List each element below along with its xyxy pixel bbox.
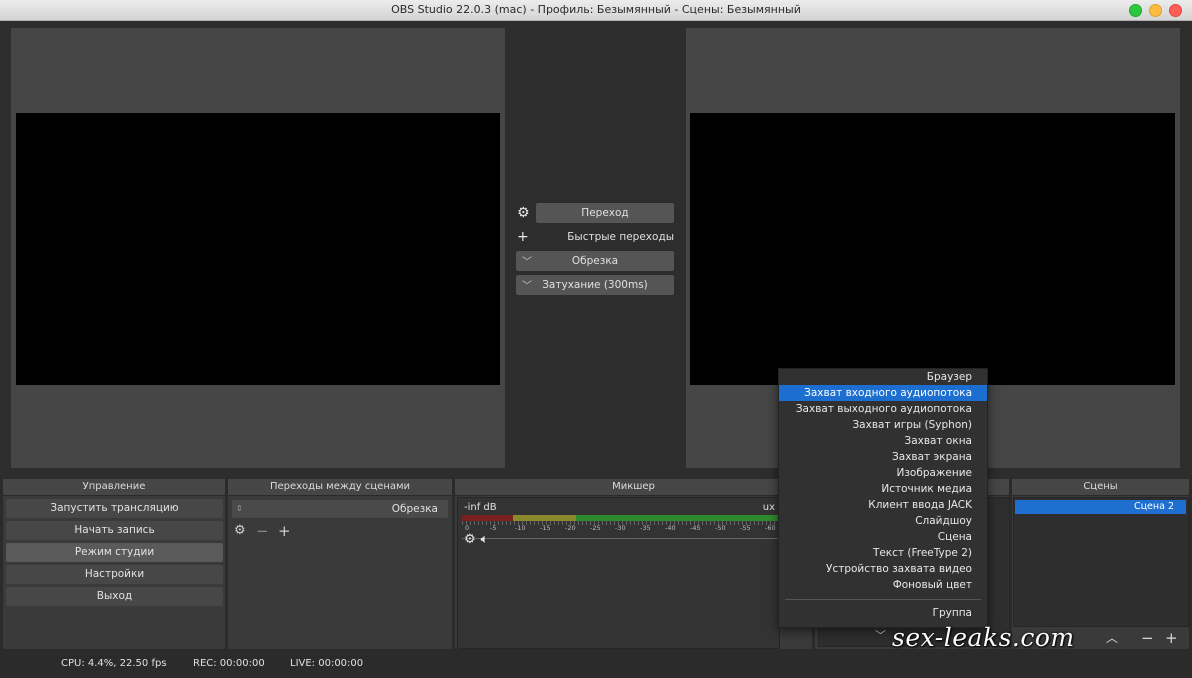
meter-tick-label: -35 xyxy=(640,524,651,532)
remove-transition-button[interactable]: − xyxy=(256,520,269,542)
add-transition-button[interactable]: + xyxy=(278,520,291,542)
menu-item[interactable]: Источник медиа xyxy=(779,481,987,497)
start-streaming-button[interactable]: Запустить трансляцию xyxy=(6,499,223,518)
quick-transition-cut[interactable]: ﹀ Обрезка xyxy=(516,251,674,271)
scenes-dock-title: Сцены xyxy=(1012,479,1189,496)
mixer-dock-title: Микшер xyxy=(455,479,812,496)
meter-tick-label: -45 xyxy=(690,524,701,532)
menu-item-group[interactable]: Группа xyxy=(779,605,987,621)
spinner-arrows-icon: ⇕ xyxy=(236,504,243,513)
menu-item[interactable]: Устройство захвата видео xyxy=(779,561,987,577)
program-canvas[interactable] xyxy=(690,113,1175,385)
menu-item[interactable]: Изображение xyxy=(779,465,987,481)
plus-icon[interactable]: + xyxy=(517,227,529,247)
meter-tick-label: -40 xyxy=(665,524,676,532)
window-titlebar: OBS Studio 22.0.3 (mac) - Профиль: Безым… xyxy=(0,0,1192,21)
speaker-icon[interactable]: 🔈︎ xyxy=(481,532,489,547)
volume-level-label: -inf dB xyxy=(464,502,497,513)
meter-tick-label: 0 xyxy=(465,524,470,532)
scenes-list[interactable]: Сцена 2 xyxy=(1013,497,1189,627)
menu-item[interactable]: Браузер xyxy=(779,369,987,385)
mixer-channel: -inf dB ux 0 -5 -10 -15 -20 -25 -30 -35 -40 -45 -5… xyxy=(457,497,780,649)
minimize-window-button[interactable] xyxy=(1149,4,1162,17)
menu-item[interactable]: Клиент ввода JACK xyxy=(779,497,987,513)
scene-transitions-dock-title: Переходы между сценами xyxy=(228,479,452,496)
quick-transition-fade[interactable]: ﹀ Затухание (300ms) xyxy=(516,275,674,295)
scene-transitions-dock: Переходы между сценами ⇕ Обрезка ⚙ − + xyxy=(228,479,452,649)
cpu-fps: CPU: 4.4%, 22.50 fps xyxy=(61,658,167,669)
status-bar: LIVE: 00:00:00 REC: 00:00:00 CPU: 4.4%, … xyxy=(0,651,1192,678)
meter-tick-label: -5 xyxy=(490,524,497,532)
controls-dock-title: Управление xyxy=(3,479,225,496)
chevron-down-icon[interactable]: ﹀ xyxy=(875,626,886,646)
menu-item[interactable]: Захват окна xyxy=(779,433,987,449)
close-window-button[interactable] xyxy=(1169,4,1182,17)
volume-slider[interactable] xyxy=(462,538,780,539)
zoom-window-button[interactable] xyxy=(1129,4,1142,17)
transition-button[interactable]: Переход xyxy=(536,203,674,223)
live-time: LIVE: 00:00:00 xyxy=(290,658,364,669)
meter-tick-label: -10 xyxy=(515,524,526,532)
remove-scene-button[interactable]: − xyxy=(1141,628,1154,648)
gear-icon[interactable]: ⚙ xyxy=(517,203,530,223)
meter-tick-label: -60 xyxy=(765,524,776,532)
menu-item[interactable]: Захват экрана xyxy=(779,449,987,465)
window-title: OBS Studio 22.0.3 (mac) - Профиль: Безым… xyxy=(391,3,801,16)
meter-tick-label: -50 xyxy=(715,524,726,532)
studio-transition-panel: ⚙ Переход + Быстрые переходы ﹀ Обрезка ﹀… xyxy=(511,203,679,299)
menu-item[interactable]: Захват входного аудиопотока xyxy=(779,385,987,401)
menu-separator xyxy=(785,599,981,600)
audio-mixer-dock: Микшер -inf dB ux 0 -5 -10 -15 -20 -25 -30 -35-… xyxy=(455,479,812,649)
chevron-up-icon[interactable]: ︿ xyxy=(1106,628,1118,648)
gear-icon[interactable]: ⚙ xyxy=(234,520,246,542)
controls-dock: Управление Запустить трансляцию Начать з… xyxy=(3,479,225,649)
menu-item[interactable]: Сцена xyxy=(779,529,987,545)
transition-toolbar: ⚙ − + xyxy=(228,520,452,542)
add-source-menu: Браузер Захват входного аудиопотока Захват… xyxy=(778,368,988,628)
mixer-source-name: ux xyxy=(762,502,775,513)
menu-item[interactable]: Слайдшоу xyxy=(779,513,987,529)
meter-tick-label: -30 xyxy=(615,524,626,532)
gear-icon[interactable]: ⚙ xyxy=(464,532,476,547)
meter-tick-label: -15 xyxy=(540,524,551,532)
transition-type-select[interactable]: ⇕ Обрезка xyxy=(232,500,448,518)
menu-item[interactable]: Захват выходного аудиопотока xyxy=(779,401,987,417)
meter-tick-label: -55 xyxy=(740,524,751,532)
rec-time: REC: 00:00:00 xyxy=(193,658,265,669)
meter-tick-label: -20 xyxy=(565,524,576,532)
preview-canvas[interactable] xyxy=(16,113,500,385)
quick-transitions-label: Быстрые переходы xyxy=(567,231,674,243)
studio-mode-area: ⚙ Переход + Быстрые переходы ﹀ Обрезка ﹀… xyxy=(0,21,1192,479)
menu-item[interactable]: Текст (FreeType 2) xyxy=(779,545,987,561)
watermark-text: sex-leaks.com xyxy=(892,623,1075,652)
settings-button[interactable]: Настройки xyxy=(6,565,223,584)
meter-tick-label: -25 xyxy=(590,524,601,532)
meter-tick-labels: 0 -5 -10 -15 -20 -25 -30 -35 -40 -45 -50 -55 -60 xyxy=(462,524,780,534)
start-recording-button[interactable]: Начать запись xyxy=(6,521,223,540)
window-controls xyxy=(1129,4,1182,17)
preview-pane[interactable] xyxy=(11,28,505,468)
add-scene-button[interactable]: + xyxy=(1165,628,1178,648)
mixer-channel-controls: ⚙ 🔈︎ xyxy=(464,532,488,547)
menu-item[interactable]: Фоновый цвет xyxy=(779,577,987,593)
studio-mode-button[interactable]: Режим студии xyxy=(6,543,223,562)
menu-item[interactable]: Захват игры (Syphon) xyxy=(779,417,987,433)
exit-button[interactable]: Выход xyxy=(6,587,223,606)
scene-list-item[interactable]: Сцена 2 xyxy=(1015,500,1186,514)
